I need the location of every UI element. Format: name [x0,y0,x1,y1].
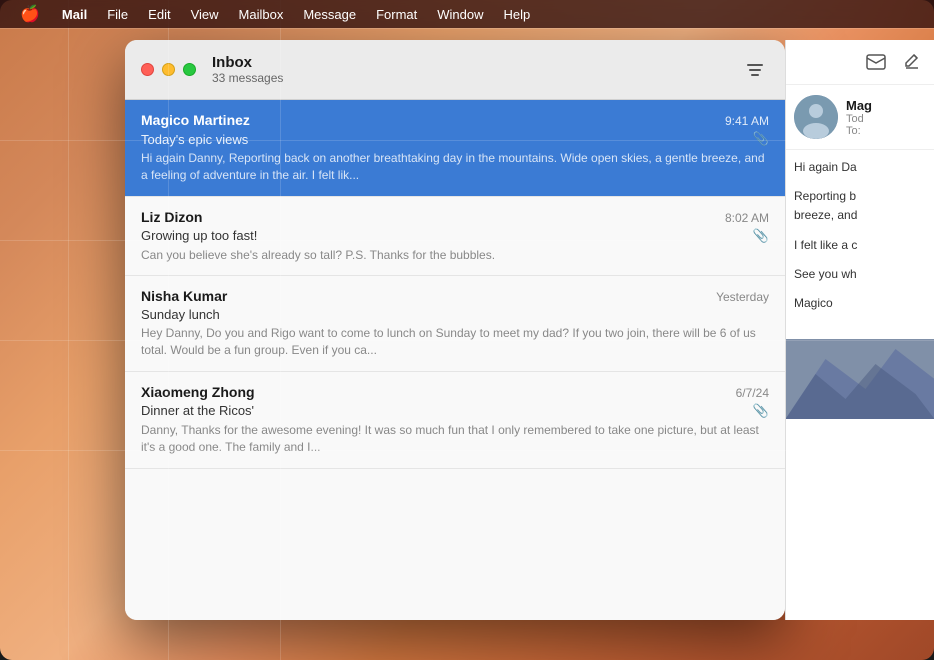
message-time: 6/7/24 [736,386,769,400]
menu-bar: 🍎 Mail File Edit View Mailbox Message Fo… [0,0,934,28]
message-subject: Sunday lunch [141,307,769,322]
avatar [794,95,838,139]
menu-view[interactable]: View [181,0,229,28]
message-item[interactable]: Magico Martinez 9:41 AM Today's epic vie… [125,100,785,197]
detail-image [786,339,934,419]
message-subject: Today's epic views 📎 [141,131,769,147]
message-preview: Hey Danny, Do you and Rigo want to come … [141,325,769,359]
message-list[interactable]: Magico Martinez 9:41 AM Today's epic vie… [125,100,785,620]
message-item[interactable]: Liz Dizon 8:02 AM Growing up too fast! 📎… [125,197,785,277]
message-time: 8:02 AM [725,211,769,225]
traffic-lights [141,63,196,76]
message-preview: Can you believe she's already so tall? P… [141,247,769,264]
detail-today: Tod [846,113,872,125]
message-header: Magico Martinez 9:41 AM [141,112,769,128]
inbox-info: Inbox 33 messages [212,54,741,85]
attachment-icon: 📎 [753,403,769,419]
body-line-5: Magico [794,294,926,313]
menu-window[interactable]: Window [427,0,493,28]
menu-file[interactable]: File [97,0,138,28]
detail-sender-info: Mag Tod To: [846,98,872,137]
inbox-count: 33 messages [212,71,741,85]
message-preview: Danny, Thanks for the awesome evening! I… [141,422,769,456]
body-line-1: Hi again Da [794,158,926,177]
message-subject: Growing up too fast! 📎 [141,228,769,244]
body-line-2: Reporting bbreeze, and [794,187,926,225]
toolbar-icons [741,56,769,84]
title-bar: Inbox 33 messages [125,40,785,100]
message-time: Yesterday [716,290,769,304]
message-header: Liz Dizon 8:02 AM [141,209,769,225]
menu-help[interactable]: Help [494,0,541,28]
sender-name: Liz Dizon [141,209,202,225]
close-button[interactable] [141,63,154,76]
menu-mailbox[interactable]: Mailbox [229,0,294,28]
message-item[interactable]: Nisha Kumar Yesterday Sunday lunch Hey D… [125,276,785,372]
sender-name: Magico Martinez [141,112,250,128]
sender-name: Nisha Kumar [141,288,227,304]
message-preview: Hi again Danny, Reporting back on anothe… [141,150,769,184]
minimize-button[interactable] [162,63,175,76]
body-line-3: I felt like a c [794,236,926,255]
menu-format[interactable]: Format [366,0,427,28]
maximize-button[interactable] [183,63,196,76]
message-item[interactable]: Xiaomeng Zhong 6/7/24 Dinner at the Rico… [125,372,785,469]
sender-name: Xiaomeng Zhong [141,384,255,400]
detail-to: To: [846,125,872,137]
compose-icon[interactable] [862,48,890,76]
message-subject: Dinner at the Ricos' 📎 [141,403,769,419]
apple-menu[interactable]: 🍎 [8,0,52,28]
menu-message[interactable]: Message [293,0,366,28]
email-detail-panel: Mag Tod To: Hi again Da Reporting bbreez… [785,40,934,620]
detail-email-body: Hi again Da Reporting bbreeze, and I fel… [786,150,934,331]
inbox-title: Inbox [212,54,741,71]
filter-icon[interactable] [741,56,769,84]
edit-icon[interactable] [898,48,926,76]
message-time: 9:41 AM [725,114,769,128]
mail-window: Inbox 33 messages Magico Martinez 9:41 A… [125,40,785,620]
message-header: Nisha Kumar Yesterday [141,288,769,304]
menu-mail[interactable]: Mail [52,0,97,28]
body-line-4: See you wh [794,265,926,284]
attachment-icon: 📎 [753,131,769,147]
message-header: Xiaomeng Zhong 6/7/24 [141,384,769,400]
menu-edit[interactable]: Edit [138,0,180,28]
attachment-icon: 📎 [753,228,769,244]
detail-sender-name: Mag [846,98,872,113]
